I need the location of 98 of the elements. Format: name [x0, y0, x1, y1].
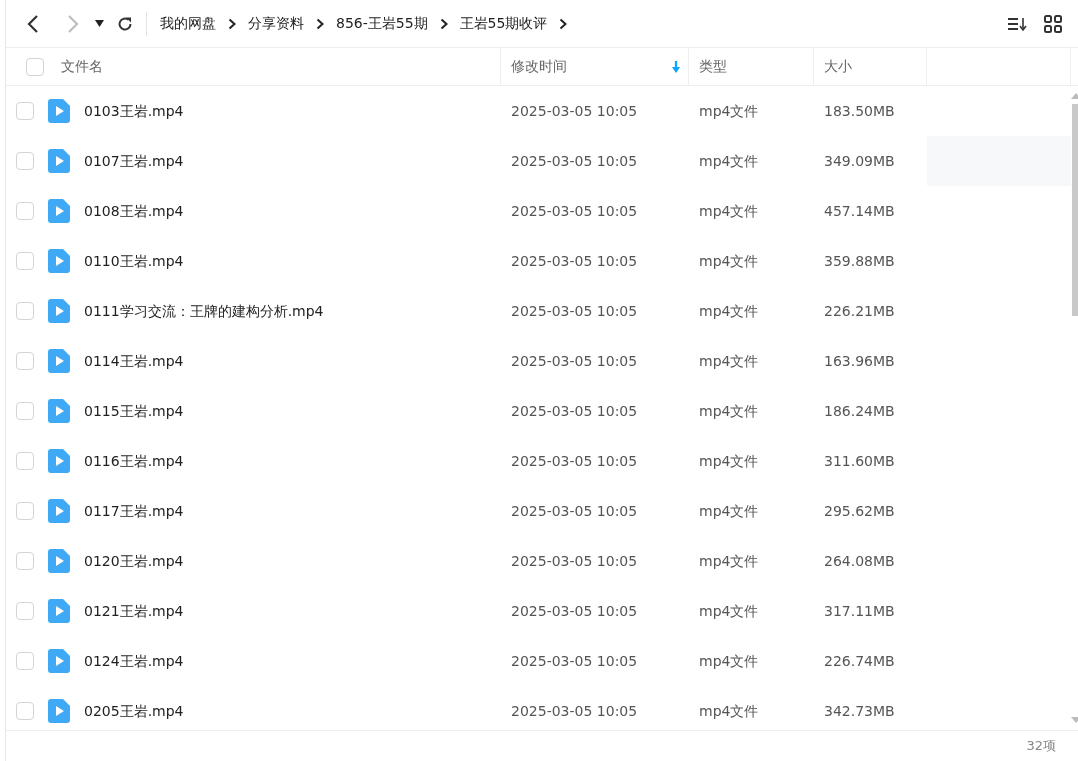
breadcrumb-link[interactable]: 王岩55期收评 — [459, 13, 548, 34]
file-name[interactable]: 0116王岩.mp4 — [84, 450, 184, 472]
file-name[interactable]: 0121王岩.mp4 — [84, 600, 184, 622]
row-checkbox[interactable] — [16, 502, 34, 520]
row-checkbox[interactable] — [16, 402, 34, 420]
breadcrumb-link[interactable]: 分享资料 — [248, 13, 304, 34]
modified-time: 2025-03-05 10:05 — [510, 701, 639, 721]
row-checkbox[interactable] — [16, 652, 34, 670]
video-file-icon — [48, 699, 70, 723]
file-size: 317.11MB — [823, 601, 896, 621]
video-file-icon — [48, 499, 70, 523]
chevron-right-icon — [316, 17, 324, 30]
video-file-icon — [48, 449, 70, 473]
chevron-right-icon — [559, 17, 568, 30]
file-type: mp4文件 — [698, 501, 760, 521]
row-checkbox[interactable] — [16, 252, 34, 270]
file-type: mp4文件 — [698, 201, 760, 221]
video-file-icon — [48, 149, 70, 173]
breadcrumb-link[interactable]: 856-王岩55期 — [336, 13, 428, 34]
file-size: 226.74MB — [823, 651, 896, 671]
scroll-down-icon[interactable] — [1071, 716, 1078, 724]
video-file-icon — [48, 349, 70, 373]
video-file-icon — [48, 399, 70, 423]
column-header[interactable]: 修改时间 — [501, 48, 689, 85]
video-file-icon — [48, 99, 70, 123]
file-type: mp4文件 — [698, 601, 760, 621]
video-file-icon — [48, 299, 70, 323]
sort-descending-icon — [672, 60, 680, 73]
modified-time: 2025-03-05 10:05 — [510, 451, 639, 471]
scrollbar-thumb[interactable] — [1072, 104, 1078, 316]
scroll-up-icon[interactable] — [1071, 92, 1078, 100]
file-name[interactable]: 0115王岩.mp4 — [84, 400, 184, 422]
file-size: 457.14MB — [823, 201, 896, 221]
row-checkbox[interactable] — [16, 152, 34, 170]
breadcrumb-link[interactable]: 我的网盘 — [160, 13, 216, 34]
file-name[interactable]: 0124王岩.mp4 — [84, 650, 184, 672]
video-file-icon — [48, 549, 70, 573]
file-name[interactable]: 0110王岩.mp4 — [84, 250, 184, 272]
file-size: 359.88MB — [823, 251, 896, 271]
row-checkbox[interactable] — [16, 202, 34, 220]
modified-time: 2025-03-05 10:05 — [510, 501, 639, 521]
chevron-right-icon — [439, 17, 448, 30]
file-name[interactable]: 0107王岩.mp4 — [84, 150, 184, 172]
file-size: 342.73MB — [823, 701, 896, 721]
row-checkbox[interactable] — [16, 352, 34, 370]
video-file-icon — [48, 649, 70, 673]
file-type: mp4文件 — [698, 251, 760, 271]
modified-time: 2025-03-05 10:05 — [510, 251, 639, 271]
file-name[interactable]: 0103王岩.mp4 — [84, 100, 184, 122]
file-type: mp4文件 — [698, 451, 760, 471]
file-type: mp4文件 — [698, 651, 760, 671]
file-size: 186.24MB — [823, 401, 896, 421]
file-type: mp4文件 — [698, 301, 760, 321]
video-file-icon — [48, 249, 70, 273]
file-name[interactable]: 0120王岩.mp4 — [84, 550, 184, 572]
file-name[interactable]: 0111学习交流：王牌的建构分析.mp4 — [84, 300, 324, 322]
file-type: mp4文件 — [698, 101, 760, 121]
file-size: 163.96MB — [823, 351, 896, 371]
history-dropdown-button[interactable] — [94, 18, 104, 29]
column-header[interactable]: 大小 — [814, 48, 927, 85]
modified-time: 2025-03-05 10:05 — [510, 601, 639, 621]
modified-time: 2025-03-05 10:05 — [510, 351, 639, 371]
modified-time: 2025-03-05 10:05 — [510, 651, 639, 671]
file-size: 183.50MB — [823, 101, 896, 121]
row-checkbox[interactable] — [16, 102, 34, 120]
grid-view-button[interactable] — [1042, 12, 1064, 35]
file-type: mp4文件 — [698, 701, 760, 721]
video-file-icon — [48, 599, 70, 623]
row-checkbox[interactable] — [16, 702, 34, 720]
file-size: 226.21MB — [823, 301, 896, 321]
file-size: 264.08MB — [823, 551, 896, 571]
column-header[interactable]: 文件名 — [56, 48, 501, 85]
file-name[interactable]: 0117王岩.mp4 — [84, 500, 184, 522]
file-type: mp4文件 — [698, 401, 760, 421]
file-type: mp4文件 — [698, 151, 760, 171]
file-size: 349.09MB — [823, 151, 896, 171]
file-name[interactable]: 0205王岩.mp4 — [84, 700, 184, 722]
item-count: 32项 — [1026, 737, 1056, 756]
file-type: mp4文件 — [698, 351, 760, 371]
modified-time: 2025-03-05 10:05 — [510, 101, 639, 121]
file-name[interactable]: 0114王岩.mp4 — [84, 350, 184, 372]
modified-time: 2025-03-05 10:05 — [510, 151, 639, 171]
row-checkbox[interactable] — [16, 552, 34, 570]
modified-time: 2025-03-05 10:05 — [510, 201, 639, 221]
row-checkbox[interactable] — [16, 452, 34, 470]
file-size: 295.62MB — [823, 501, 896, 521]
video-file-icon — [48, 199, 70, 223]
file-type: mp4文件 — [698, 551, 760, 571]
column-header[interactable]: 类型 — [689, 48, 814, 85]
row-checkbox[interactable] — [16, 602, 34, 620]
modified-time: 2025-03-05 10:05 — [510, 551, 639, 571]
row-checkbox[interactable] — [16, 302, 34, 320]
modified-time: 2025-03-05 10:05 — [510, 401, 639, 421]
file-size: 311.60MB — [823, 451, 896, 471]
file-name[interactable]: 0108王岩.mp4 — [84, 200, 184, 222]
modified-time: 2025-03-05 10:05 — [510, 301, 639, 321]
select-all-checkbox[interactable] — [26, 57, 44, 76]
chevron-right-icon — [228, 17, 236, 30]
